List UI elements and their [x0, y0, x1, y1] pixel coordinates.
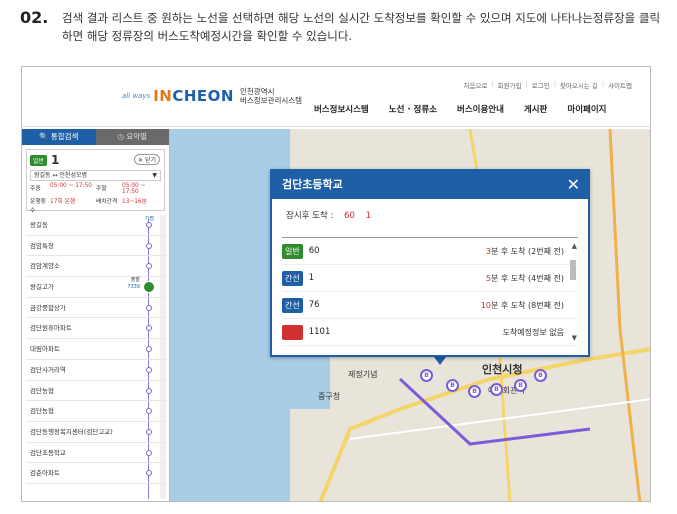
route-direction-select[interactable]: 왕길동 ↔ 인천성모병 ▼	[30, 170, 161, 181]
logo-tagline: all ways	[122, 92, 151, 100]
stop-arrival-popup: 검단초등학교 ✕ 잠시후 도착 : 60 1 일반 60 3분 후 도착 (2번…	[270, 169, 590, 357]
bus-stop-marker[interactable]: B	[468, 385, 481, 398]
route-type-badge: 일반	[282, 243, 303, 259]
popup-pointer	[434, 357, 446, 365]
stop-item[interactable]: 검단초등학교	[26, 443, 166, 464]
map-label: 중구청	[318, 392, 341, 401]
step-number: 02.	[20, 8, 49, 27]
stop-item[interactable]: 검암특장	[26, 236, 166, 257]
bus-stop-marker[interactable]: B	[420, 369, 433, 382]
stop-item[interactable]: 대림아파트	[26, 339, 166, 360]
popup-scrollbar[interactable]: ▲ ▼	[568, 242, 578, 342]
map-label: 인천시청	[482, 363, 523, 376]
chevron-down-icon[interactable]: ▼	[572, 334, 577, 342]
route-type-badge: 간선	[282, 297, 303, 313]
util-home-link[interactable]: 처음으로	[464, 80, 488, 90]
route-schedule-info: 주중 05:00 ~ 17:50 주말 05:00 ~ 17:50 운행횟수 17회 운…	[30, 183, 147, 214]
bus-icon[interactable]	[143, 281, 155, 294]
route-close-button[interactable]: ✕ 닫기	[134, 154, 160, 165]
util-join-link[interactable]: 회원가입	[498, 80, 522, 90]
popup-title: 검단초등학교	[282, 178, 343, 191]
screenshot-frame: all ways INCHEON 인천광역시 버스정보관리시스템 처음으로 | 회…	[21, 66, 651, 502]
stop-item[interactable]: 검단사거리역	[26, 360, 166, 381]
site-header: all ways INCHEON 인천광역시 버스정보관리시스템 처음으로 | 회…	[22, 67, 650, 127]
bus-stop-marker[interactable]: B	[490, 383, 503, 396]
route-type-badge: 광역	[282, 324, 303, 340]
nav-mypage[interactable]: 마이페이지	[567, 103, 606, 115]
arrival-row[interactable]: 광역 1101 도착예정정보 없음	[282, 319, 578, 346]
stop-item[interactable]: 검단농협	[26, 381, 166, 402]
arrival-row[interactable]: 간선 76 10분 후 도착 (8번째 전)	[282, 292, 578, 319]
chevron-up-icon[interactable]: ▲	[572, 242, 577, 250]
popup-header: 검단초등학교 ✕	[272, 171, 588, 199]
site-logo[interactable]: all ways INCHEON 인천광역시 버스정보관리시스템	[122, 87, 302, 105]
bus-stop-marker[interactable]: B	[446, 379, 459, 392]
route-summary-card: 일반 1 ✕ 닫기 왕길동 ↔ 인천성모병 ▼ 주중 05:00 ~ 17:50 주말…	[26, 149, 165, 214]
util-sitemap-link[interactable]: 사이트맵	[608, 80, 632, 90]
stop-item[interactable]: 검단원휴아파트	[26, 318, 166, 340]
arrival-list: 일반 60 3분 후 도착 (2번째 전) 간선 1 5분 후 도착 (4번째 …	[282, 237, 578, 347]
stop-item[interactable]: 금강중합상가	[26, 298, 166, 319]
arrival-row[interactable]: 일반 60 3분 후 도착 (2번째 전)	[282, 238, 578, 265]
logo-org: 인천광역시 버스정보관리시스템	[239, 87, 303, 105]
step-description: 검색 결과 리스트 중 원하는 노선을 선택하면 해당 노선의 실시간 도착정보…	[62, 11, 661, 43]
bus-stop-marker[interactable]: B	[534, 369, 547, 382]
route-number: 1	[51, 153, 60, 167]
map-label: 제정기념	[348, 370, 378, 379]
util-login-link[interactable]: 로그인	[532, 80, 550, 90]
nav-bus-guide[interactable]: 버스이용안내	[457, 103, 504, 115]
main-nav: 버스정보시스템 노선 · 정류소 버스이용안내 게시판 마이페이지	[314, 103, 627, 115]
tab-summary[interactable]: ◷ 요약펼	[95, 129, 169, 145]
stop-item[interactable]: 검암계양소	[26, 256, 166, 278]
bus-position-meta: 출발 7339	[127, 277, 140, 291]
route-type-badge: 일반	[30, 154, 48, 166]
route-type-badge: 간선	[282, 270, 303, 286]
stop-item[interactable]: 왕길동 기점	[26, 215, 166, 236]
nav-bus-info-system[interactable]: 버스정보시스템	[314, 103, 369, 115]
util-directions-link[interactable]: 찾아오시는 길	[560, 80, 598, 90]
stop-item[interactable]: 왕길고가 출발 7339	[26, 277, 166, 298]
stop-list: 왕길동 기점 검암특장 검암계양소 왕길고가 출발 7339 금강중합상가 검단원휴…	[26, 215, 166, 499]
arriving-soon: 잠시후 도착 : 60 1	[286, 211, 372, 221]
close-icon[interactable]: ✕	[567, 171, 580, 199]
sidebar-tabs: 🔍 통합검색 ◷ 요약펼	[22, 129, 169, 145]
arrival-row[interactable]: 간선 1 5분 후 도착 (4번째 전)	[282, 265, 578, 292]
stop-item[interactable]: 검춘아파트	[26, 463, 166, 484]
stop-item[interactable]: 검단농협	[26, 401, 166, 422]
stop-item[interactable]: 검단동행정복지센터(검단고교)	[26, 422, 166, 443]
bus-stop-marker[interactable]: B	[514, 379, 527, 392]
nav-route-stop[interactable]: 노선 · 정류소	[389, 103, 437, 115]
chevron-down-icon: ▼	[152, 172, 157, 179]
utility-nav: 처음으로 | 회원가입 | 로그인 | 찾아오시는 길 | 사이트맵	[463, 80, 632, 90]
nav-board[interactable]: 게시판	[524, 103, 547, 115]
sidebar: 🔍 통합검색 ◷ 요약펼 일반 1 ✕ 닫기 왕길동 ↔ 인천성모병 ▼ 주중 05…	[22, 129, 170, 501]
logo-brand: INCHEON	[153, 87, 234, 105]
tab-integrated-search[interactable]: 🔍 통합검색	[22, 129, 96, 145]
